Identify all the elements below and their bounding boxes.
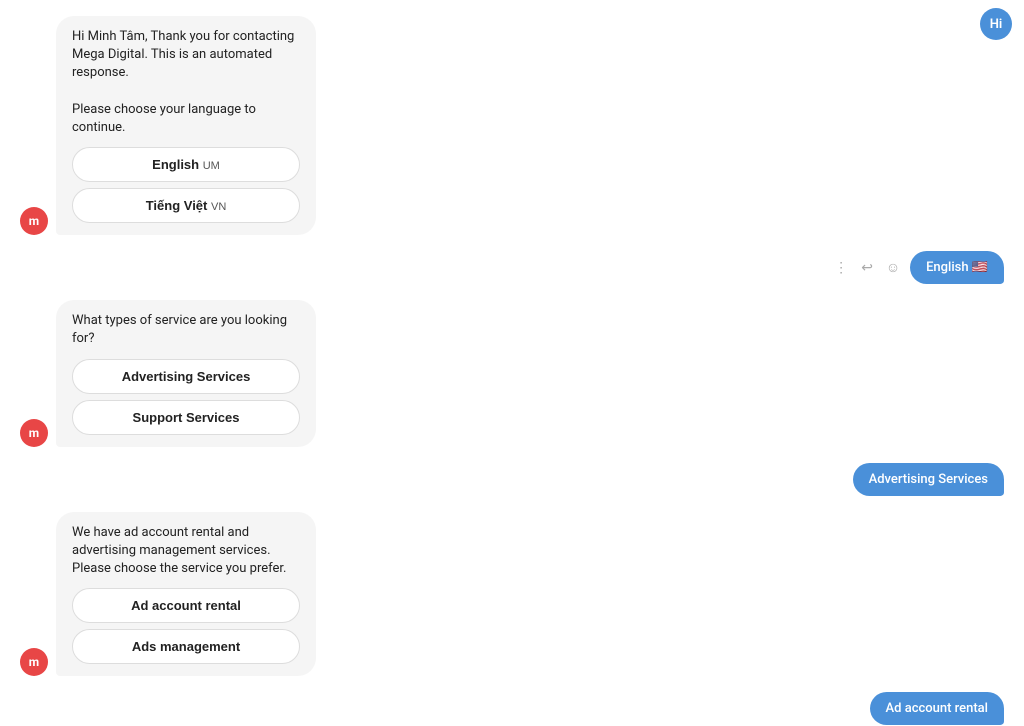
user-advertising-row: Advertising Services <box>20 463 1004 496</box>
service-bubble: What types of service are you looking fo… <box>56 300 316 446</box>
bot-message-service: m What types of service are you looking … <box>20 300 1004 446</box>
bot-avatar-3: m <box>20 648 48 676</box>
message-actions: ⋮ ↩ ☺ <box>830 257 904 279</box>
user-ad-rental-row: Ad account rental <box>20 692 1004 725</box>
user-advertising-bubble: Advertising Services <box>853 463 1004 496</box>
user-english-row: ⋮ ↩ ☺ English 🇺🇸 <box>20 251 1004 284</box>
bot-message-ad: m We have ad account rental and advertis… <box>20 512 1004 677</box>
more-icon[interactable]: ⋮ <box>830 257 852 279</box>
emoji-icon[interactable]: ☺ <box>882 257 904 279</box>
support-services-btn[interactable]: Support Services <box>72 400 300 435</box>
greeting-text: Hi Minh Tâm, Thank you for contacting Me… <box>72 28 300 137</box>
bot-avatar-2: m <box>20 419 48 447</box>
reply-icon[interactable]: ↩ <box>856 257 878 279</box>
user-english-bubble: English 🇺🇸 <box>910 251 1004 284</box>
user-ad-rental-bubble: Ad account rental <box>870 692 1004 725</box>
hi-bubble: Hi <box>980 8 1012 40</box>
bot-avatar: m <box>20 207 48 235</box>
advertising-services-btn[interactable]: Advertising Services <box>72 359 300 394</box>
chat-container: m Hi Minh Tâm, Thank you for contacting … <box>0 0 1024 726</box>
vietnamese-option-btn[interactable]: Tiếng Việt VN <box>72 188 300 223</box>
service-question-text: What types of service are you looking fo… <box>72 312 300 348</box>
greeting-bubble: Hi Minh Tâm, Thank you for contacting Me… <box>56 16 316 235</box>
ad-account-rental-btn[interactable]: Ad account rental <box>72 588 300 623</box>
bot-message-greeting: m Hi Minh Tâm, Thank you for contacting … <box>20 16 1004 235</box>
english-option-btn[interactable]: English UM <box>72 147 300 182</box>
ad-bubble: We have ad account rental and advertisin… <box>56 512 316 677</box>
ad-question-text: We have ad account rental and advertisin… <box>72 524 300 579</box>
ads-management-btn[interactable]: Ads management <box>72 629 300 664</box>
